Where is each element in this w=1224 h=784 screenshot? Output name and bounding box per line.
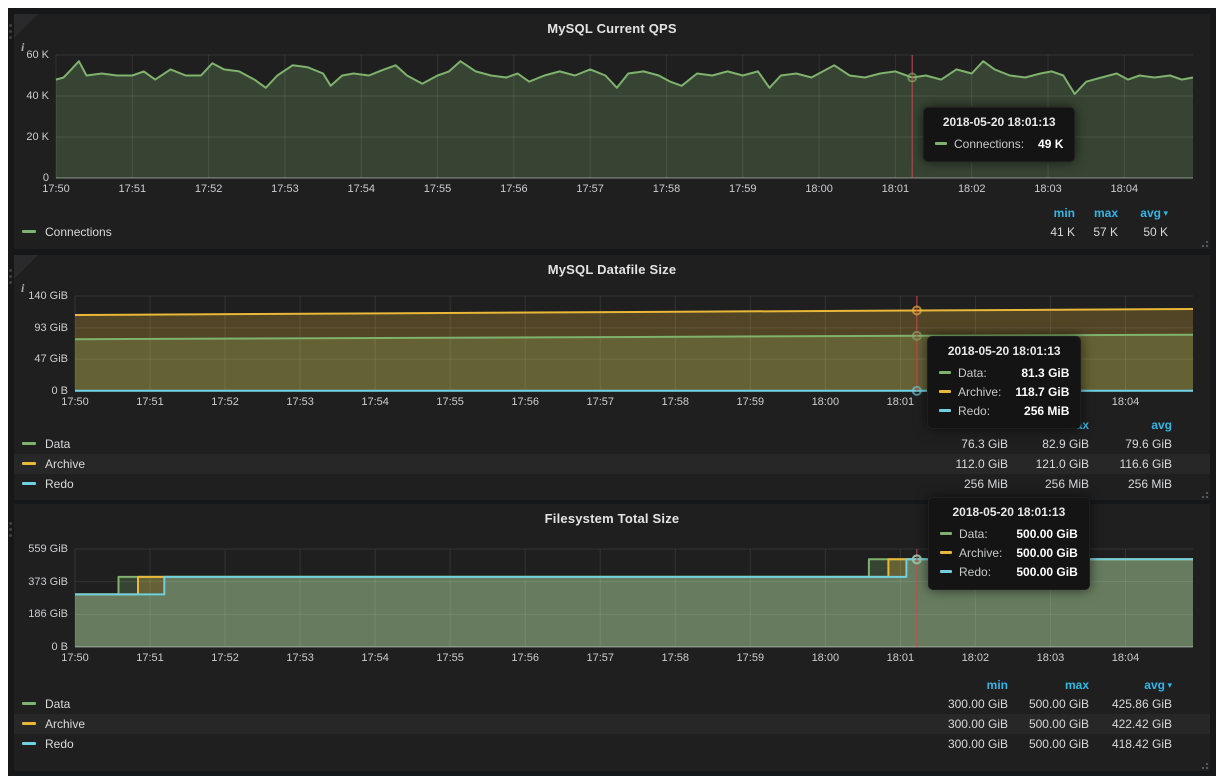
legend-stat-max: 500.00 GiB [1029, 714, 1089, 734]
tooltip-series-value: 256 MiB [1024, 404, 1069, 418]
tooltip-series-value: 500.00 GiB [1016, 546, 1077, 560]
series-color-dash-icon [940, 570, 952, 573]
panel-resize-handle[interactable] [1198, 488, 1208, 498]
panel-resize-handle[interactable] [1198, 759, 1208, 769]
tooltip-series-value: 81.3 GiB [1021, 366, 1069, 380]
tooltip-series-name: Data: [958, 366, 987, 380]
legend-stat-min: 76.3 GiB [961, 434, 1008, 454]
series-color-dash-icon [22, 702, 36, 705]
tooltip-series-value: 118.7 GiB [1015, 385, 1069, 399]
legend-row: Data 300.00 GiB 500.00 GiB 425.86 GiB [14, 694, 1210, 714]
legend-stats-header: min max avg ▾ [14, 204, 1210, 222]
tooltip-series-row: Connections: 49 K [935, 134, 1063, 153]
panel-drag-handle[interactable] [9, 269, 13, 287]
tooltip-series-value: 49 K [1038, 137, 1063, 151]
legend-series-name[interactable]: Connections [45, 225, 112, 239]
graph-tooltip: 2018-05-20 18:01:13 Data:500.00 GiBArchi… [928, 497, 1090, 590]
tooltip-series-row: Archive: 118.7 GiB [939, 382, 1069, 401]
series-color-dash-icon [22, 482, 36, 485]
panel-drag-handle[interactable] [9, 24, 13, 42]
legend-stat-max: 57 K [1093, 222, 1118, 242]
tooltip-series-row: Redo: 500.00 GiB [940, 562, 1078, 581]
series-color-dash-icon [939, 390, 951, 393]
legend: min max avg ▾ Data 300.00 GiB 500.00 GiB 425.8… [14, 676, 1210, 754]
grafana-dashboard: i MySQL Current QPS 020 K40 K60 K 17:501… [8, 8, 1216, 776]
legend-stat-min: 300.00 GiB [948, 694, 1008, 714]
legend-header-avg[interactable]: avg [1151, 416, 1172, 434]
series-color-dash-icon [22, 230, 36, 233]
legend-header-avg[interactable]: avg ▾ [1144, 676, 1172, 694]
legend-stat-min: 300.00 GiB [948, 714, 1008, 734]
tooltip-series-value: 500.00 GiB [1016, 565, 1077, 579]
legend-stat-min: 300.00 GiB [948, 734, 1008, 754]
tooltip-series-name: Data: [959, 527, 988, 541]
tooltip-timestamp: 2018-05-20 18:01:13 [939, 344, 1069, 358]
series-color-dash-icon [939, 371, 951, 374]
legend-series-name[interactable]: Redo [45, 477, 74, 491]
legend-stat-avg: 116.6 GiB [1120, 454, 1172, 474]
legend-row: Archive 112.0 GiB 121.0 GiB 116.6 GiB [14, 454, 1210, 474]
legend-stat-max: 500.00 GiB [1029, 694, 1089, 714]
legend-header-avg[interactable]: avg ▾ [1140, 204, 1168, 222]
sort-caret-icon: ▾ [1161, 208, 1168, 218]
legend-stat-max: 500.00 GiB [1029, 734, 1089, 754]
series-color-dash-icon [939, 409, 951, 412]
tooltip-series-row: Data: 500.00 GiB [940, 524, 1078, 543]
series-color-dash-icon [22, 462, 36, 465]
legend-stat-avg: 50 K [1143, 222, 1168, 242]
legend-header-min[interactable]: min [987, 676, 1008, 694]
legend-header-max[interactable]: max [1094, 204, 1118, 222]
tooltip-series-row: Redo: 256 MiB [939, 401, 1069, 420]
legend-stat-max: 256 MiB [1045, 474, 1089, 494]
legend-series-name[interactable]: Archive [45, 717, 85, 731]
graph-tooltip: 2018-05-20 18:01:13 Connections: 49 K [923, 107, 1075, 162]
tooltip-series-name: Redo: [958, 404, 990, 418]
legend-row: Redo 256 MiB 256 MiB 256 MiB [14, 474, 1210, 494]
legend-series-name[interactable]: Data [45, 697, 70, 711]
series-color-dash-icon [940, 551, 952, 554]
tooltip-series-value: 500.00 GiB [1016, 527, 1077, 541]
panel-drag-handle[interactable] [9, 522, 13, 540]
series-color-dash-icon [940, 532, 952, 535]
legend-stat-avg: 256 MiB [1128, 474, 1172, 494]
legend-stats-header: min max avg ▾ [14, 676, 1210, 694]
tooltip-series-name: Archive: [958, 385, 1001, 399]
legend-row: Redo 300.00 GiB 500.00 GiB 418.42 GiB [14, 734, 1210, 754]
legend-header-min[interactable]: min [1054, 204, 1075, 222]
legend-stat-avg: 418.42 GiB [1112, 734, 1172, 754]
tooltip-series-row: Data: 81.3 GiB [939, 363, 1069, 382]
series-color-dash-icon [22, 442, 36, 445]
series-color-dash-icon [22, 722, 36, 725]
legend-stat-max: 121.0 GiB [1036, 454, 1089, 474]
legend-series-name[interactable]: Data [45, 437, 70, 451]
legend-stat-avg: 422.42 GiB [1112, 714, 1172, 734]
legend-row: Archive 300.00 GiB 500.00 GiB 422.42 GiB [14, 714, 1210, 734]
series-color-dash-icon [22, 742, 36, 745]
legend: min max avg ▾ Connections 41 K 57 K 50 K [14, 204, 1210, 242]
series-color-dash-icon [935, 142, 947, 145]
tooltip-timestamp: 2018-05-20 18:01:13 [940, 505, 1078, 519]
tooltip-timestamp: 2018-05-20 18:01:13 [935, 115, 1063, 129]
sort-caret-icon: ▾ [1165, 680, 1172, 690]
tooltip-series-row: Archive: 500.00 GiB [940, 543, 1078, 562]
tooltip-series-name: Archive: [959, 546, 1002, 560]
legend-stat-avg: 425.86 GiB [1112, 694, 1172, 714]
legend-stat-min: 41 K [1050, 222, 1075, 242]
panel-resize-handle[interactable] [1198, 237, 1208, 247]
legend-series-name[interactable]: Redo [45, 737, 74, 751]
legend-stat-min: 256 MiB [964, 474, 1008, 494]
legend-row: Data 76.3 GiB 82.9 GiB 79.6 GiB [14, 434, 1210, 454]
legend-series-name[interactable]: Archive [45, 457, 85, 471]
graph-tooltip: 2018-05-20 18:01:13 Data: 81.3 GiB Archive… [927, 336, 1081, 429]
tooltip-series-name: Connections: [954, 137, 1024, 151]
legend-row: Connections 41 K 57 K 50 K [14, 222, 1210, 242]
legend-stat-avg: 79.6 GiB [1125, 434, 1172, 454]
legend-stat-min: 112.0 GiB [956, 454, 1008, 474]
legend-stat-max: 82.9 GiB [1042, 434, 1089, 454]
legend-header-max[interactable]: max [1065, 676, 1089, 694]
tooltip-series-name: Redo: [959, 565, 991, 579]
